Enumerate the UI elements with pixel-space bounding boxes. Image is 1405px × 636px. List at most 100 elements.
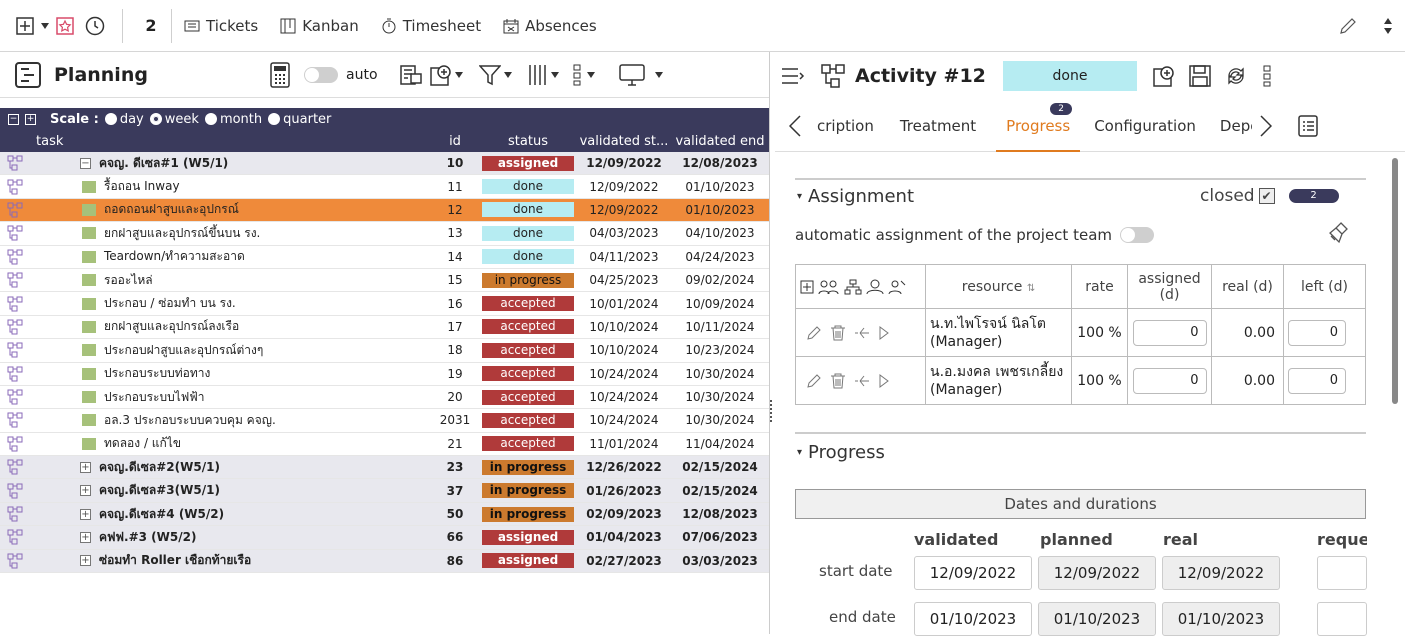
left-input[interactable]: 0 bbox=[1288, 367, 1346, 394]
table-row[interactable]: ทดลอง / แก้ไข 21 accepted 11/01/2024 11/04/2… bbox=[0, 433, 775, 457]
menu-expand-icon[interactable] bbox=[781, 66, 805, 86]
table-row[interactable]: รออะไหล่ 15 in progress 04/25/2023 09/02/202… bbox=[0, 269, 775, 293]
table-row[interactable]: ประกอบระบบไฟฟ้า 20 accepted 10/24/2024 10/30… bbox=[0, 386, 775, 410]
left-input[interactable]: 0 bbox=[1288, 319, 1346, 346]
column-id[interactable]: id bbox=[430, 134, 480, 149]
table-row[interactable]: ประกอบ / ซ่อมทำ บน รง. 16 accepted 10/01/20… bbox=[0, 292, 775, 316]
table-row[interactable]: รื้อถอน Inway 11 done 12/09/2022 01/10/2023 bbox=[0, 175, 775, 199]
edit-pencil-icon[interactable] bbox=[806, 373, 822, 389]
table-row[interactable]: + คฟฟ.#3 (W5/2) 66 assigned 01/04/2023 07/06/… bbox=[0, 526, 775, 550]
scale-quarter-radio[interactable] bbox=[268, 113, 281, 125]
start-requested-input[interactable] bbox=[1317, 556, 1367, 590]
clean-brush-icon[interactable] bbox=[1327, 222, 1349, 244]
add-assignment-icon[interactable] bbox=[800, 280, 814, 294]
edit-pencil-icon[interactable] bbox=[806, 325, 822, 341]
play-icon[interactable] bbox=[878, 373, 890, 389]
scale-month-radio[interactable] bbox=[204, 113, 217, 125]
assignment-header[interactable]: ▾ Assignment bbox=[797, 186, 914, 207]
tab-description[interactable]: cription bbox=[817, 117, 874, 135]
more-options-icon[interactable] bbox=[573, 64, 595, 86]
timesheet-link[interactable]: Timesheet bbox=[381, 17, 481, 35]
calculator-icon[interactable] bbox=[270, 61, 290, 88]
column-task[interactable]: task bbox=[0, 134, 430, 149]
closed-checkbox[interactable]: ✔ bbox=[1258, 188, 1275, 204]
add-task-icon[interactable] bbox=[429, 64, 463, 86]
edit-pencil-icon[interactable] bbox=[1335, 13, 1361, 39]
expand-icon[interactable]: + bbox=[80, 531, 91, 543]
expand-icon[interactable]: + bbox=[80, 555, 91, 567]
tab-dependencies[interactable]: Depe bbox=[1220, 117, 1252, 135]
tickets-link[interactable]: Tickets bbox=[184, 17, 258, 35]
table-row[interactable]: + คจญ.ดีเซล#3(W5/1) 37 in progress 01/26/202… bbox=[0, 479, 775, 503]
tab-scroll-left-icon[interactable] bbox=[789, 114, 801, 137]
table-row[interactable]: + คจญ.ดีเซล#2(W5/1) 23 in progress 12/26/202… bbox=[0, 456, 775, 480]
tab-treatment[interactable]: Treatment bbox=[900, 117, 976, 135]
split-icon[interactable] bbox=[854, 325, 870, 341]
column-validated-end[interactable]: validated end bbox=[672, 134, 768, 149]
assigned-input[interactable]: 0 bbox=[1132, 319, 1207, 346]
table-row[interactable]: อล.3 ประกอบระบบควบคุม คจญ. 2031 accepted 10… bbox=[0, 409, 775, 433]
column-real[interactable]: real (d) bbox=[1211, 264, 1284, 309]
users-icon[interactable] bbox=[818, 279, 840, 295]
column-assigned[interactable]: assigned (d) bbox=[1127, 264, 1212, 309]
table-row[interactable]: ยกฝาสูบและอุปกรณ์ลงเรือ 17 accepted 10/10/2… bbox=[0, 316, 775, 340]
add-icon[interactable] bbox=[12, 13, 38, 39]
split-icon[interactable] bbox=[854, 373, 870, 389]
activity-status[interactable]: done bbox=[1003, 61, 1137, 91]
expand-icon[interactable]: + bbox=[80, 461, 91, 473]
progress-header[interactable]: ▾ Progress bbox=[797, 442, 885, 463]
sort-arrows-icon[interactable] bbox=[1375, 13, 1401, 39]
delete-icon[interactable] bbox=[830, 373, 846, 389]
absences-link[interactable]: Absences bbox=[503, 17, 597, 35]
expand-icon[interactable]: + bbox=[80, 508, 91, 520]
print-icon[interactable] bbox=[399, 64, 422, 85]
scale-day-radio[interactable] bbox=[104, 113, 117, 125]
delete-icon[interactable] bbox=[830, 325, 846, 341]
history-icon[interactable] bbox=[82, 13, 108, 39]
table-row[interactable]: − คจญ. ดีเซล#1 (W5/1) 10 assigned 12/09/2022… bbox=[0, 152, 775, 176]
team-icon[interactable] bbox=[866, 279, 884, 295]
add-item-icon[interactable] bbox=[1153, 65, 1175, 87]
favorite-icon[interactable] bbox=[52, 13, 78, 39]
kanban-link[interactable]: Kanban bbox=[280, 17, 359, 35]
table-row[interactable]: ประกอบฝาสูบและอุปกรณ์ต่างๆ 18 accepted 10/1… bbox=[0, 339, 775, 363]
chevron-down-icon[interactable] bbox=[38, 13, 52, 39]
auto-toggle[interactable] bbox=[304, 66, 338, 83]
tab-progress[interactable]: Progress 2 bbox=[996, 102, 1081, 152]
scale-week-radio[interactable] bbox=[149, 113, 162, 125]
notification-count[interactable]: 2 bbox=[131, 16, 171, 35]
collapse-all-icon[interactable]: − bbox=[8, 113, 19, 125]
column-left[interactable]: left (d) bbox=[1283, 264, 1366, 309]
expand-icon[interactable]: + bbox=[80, 485, 91, 497]
table-row[interactable]: ถอดถอนฝาสูบและอุปกรณ์ 12 done 12/09/2022 01/… bbox=[0, 198, 775, 223]
tab-scroll-right-icon[interactable] bbox=[1260, 114, 1272, 137]
table-row[interactable]: Teardown/ทำความสะอาด 14 done 04/11/2023 04/2… bbox=[0, 246, 775, 269]
collapse-icon[interactable]: − bbox=[80, 157, 91, 169]
tab-configuration[interactable]: Configuration bbox=[1094, 117, 1196, 135]
assign-worker-icon[interactable] bbox=[888, 279, 906, 295]
table-row[interactable]: + ซ่อมทำ Roller เชือกท้ายเรือ 86 assigned 02… bbox=[0, 549, 775, 574]
activity-scrollbar[interactable] bbox=[1392, 158, 1398, 404]
play-icon[interactable] bbox=[878, 325, 890, 341]
end-validated-input[interactable]: 01/10/2023 bbox=[914, 602, 1032, 636]
table-row[interactable]: ประกอบระบบท่อทาง 19 accepted 10/24/2024 10/3… bbox=[0, 363, 775, 386]
assigned-input[interactable]: 0 bbox=[1132, 367, 1207, 394]
monitor-icon[interactable] bbox=[618, 63, 663, 86]
column-rate[interactable]: rate bbox=[1071, 264, 1128, 309]
column-resource[interactable]: resource ⇅ bbox=[925, 264, 1072, 309]
table-row[interactable]: + คจญ.ดีเซล#4 (W5/2) 50 in progress 02/09/20… bbox=[0, 502, 775, 527]
save-icon[interactable] bbox=[1189, 65, 1211, 87]
filter-icon[interactable] bbox=[478, 64, 512, 86]
column-validated-start[interactable]: validated st... bbox=[576, 134, 672, 149]
start-validated-input[interactable]: 12/09/2022 bbox=[914, 556, 1032, 590]
columns-icon[interactable] bbox=[528, 64, 559, 86]
tab-list-icon[interactable] bbox=[1298, 114, 1318, 137]
column-status[interactable]: status bbox=[480, 134, 576, 149]
end-requested-input[interactable] bbox=[1317, 602, 1367, 636]
auto-assignment-toggle[interactable] bbox=[1120, 227, 1154, 243]
table-row[interactable]: ยกฝาสูบและอุปกรณ์ขึ้นบน รง. 13 done 04/03/2… bbox=[0, 222, 775, 246]
more-options-icon[interactable] bbox=[1263, 65, 1271, 87]
org-chart-icon[interactable] bbox=[844, 279, 862, 295]
expand-all-icon[interactable]: + bbox=[25, 113, 36, 125]
refresh-icon[interactable] bbox=[1225, 65, 1247, 87]
